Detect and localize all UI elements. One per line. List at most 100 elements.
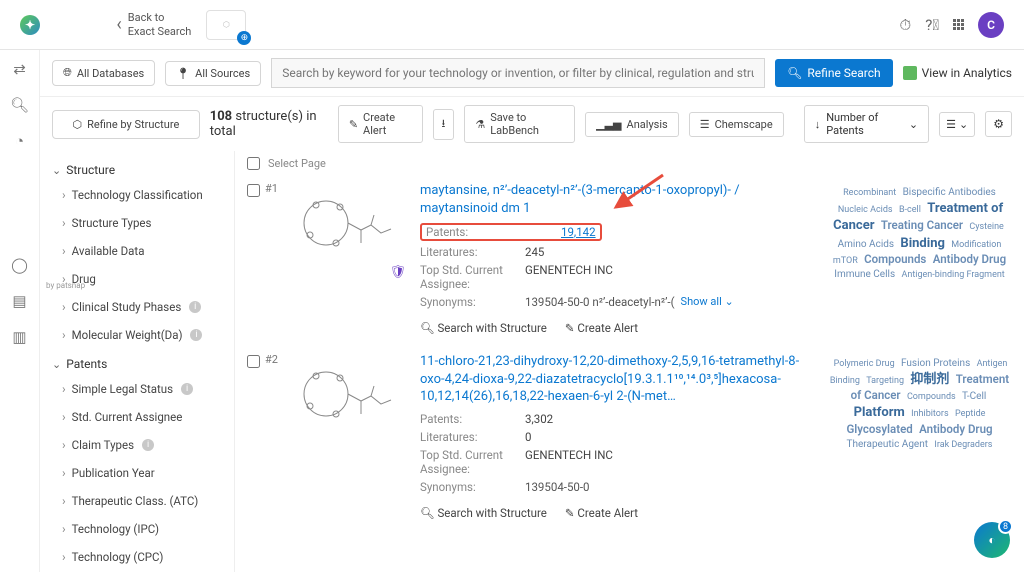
- rail-stack-icon[interactable]: ▤: [12, 292, 26, 310]
- sidebar-item[interactable]: Std. Current Assignee: [52, 403, 222, 431]
- result-checkbox[interactable]: [247, 355, 260, 368]
- view-analytics-link[interactable]: View in Analytics: [903, 66, 1012, 80]
- refine-by-structure-button[interactable]: ⬡ Refine by Structure: [52, 110, 200, 139]
- settings-button[interactable]: ⚙︎: [985, 111, 1012, 137]
- structure-thumbnail[interactable]: 🛡︎: [293, 182, 408, 282]
- results-panel: Select Page #1 🛡︎ maytansine, n²’-deacetyl…: [235, 151, 1024, 572]
- sidebar-item[interactable]: Technology (CPC): [52, 543, 222, 571]
- globe-icon: 🌐︎: [63, 66, 72, 80]
- filter-sidebar: Structure Technology ClassificationStruc…: [40, 151, 235, 572]
- result-checkbox[interactable]: [247, 184, 260, 197]
- sidebar-item[interactable]: Drug: [52, 265, 222, 293]
- chat-badge: 8: [998, 519, 1013, 534]
- sidebar-item[interactable]: Structure Types: [52, 209, 222, 237]
- search-with-structure-link[interactable]: 🔍︎ Search with Structure: [420, 506, 547, 520]
- select-page-checkbox[interactable]: [247, 157, 260, 170]
- back-line2: Exact Search: [128, 25, 192, 38]
- info-icon: i: [190, 329, 202, 341]
- info-icon: i: [142, 439, 154, 451]
- select-page-label: Select Page: [268, 157, 326, 170]
- create-alert-button[interactable]: ✎ Create Alert: [338, 105, 423, 143]
- chevron-down-icon: ⌄: [909, 118, 918, 131]
- rail-search-icon[interactable]: 🔍︎: [10, 96, 29, 114]
- info-icon: i: [181, 383, 193, 395]
- sidebar-item[interactable]: Simple Legal Statusi: [52, 375, 222, 403]
- sort-icon: ↓: [815, 118, 821, 131]
- tag-cloud: Recombinant Bispecific Antibodies Nuclei…: [827, 182, 1012, 335]
- chevron-down-icon: ⌄: [959, 118, 968, 131]
- download-button[interactable]: ⭳: [433, 109, 455, 140]
- sidebar-item[interactable]: Technology Classification: [52, 181, 222, 209]
- avatar[interactable]: C: [978, 12, 1004, 38]
- shield-icon: 🛡︎: [389, 265, 406, 280]
- chevron-left-icon: ‹: [116, 14, 121, 35]
- sidebar-section-patents[interactable]: Patents: [52, 349, 222, 375]
- select-page-row: Select Page: [247, 157, 1012, 170]
- timer-icon[interactable]: ⏱: [900, 16, 912, 34]
- chart-icon: ▁▃▅: [596, 118, 621, 131]
- topbar: ✦ Chemical by patsnap ‹ Back to Exact Se…: [0, 0, 1024, 50]
- rail-doc-icon[interactable]: ▥: [12, 328, 26, 346]
- result-index: #1: [265, 182, 278, 195]
- logo-icon: ✦: [20, 15, 40, 35]
- result-count: 108 structure(s) in total: [210, 109, 328, 139]
- rail-globe-icon[interactable]: ◯: [11, 256, 28, 274]
- search-with-structure-link[interactable]: 🔍︎ Search with Structure: [420, 321, 547, 335]
- all-databases-chip[interactable]: 🌐︎ All Databases: [52, 60, 155, 86]
- structure-thumbnail[interactable]: [293, 353, 408, 453]
- sidebar-item[interactable]: Clinical Study Phasesi: [52, 293, 222, 321]
- chat-widget[interactable]: ◐ 8: [974, 522, 1010, 558]
- apps-grid-icon[interactable]: [953, 19, 964, 30]
- filter-row-2: ⬡ Refine by Structure 108 structure(s) i…: [40, 97, 1024, 151]
- save-labbench-button[interactable]: ⚗︎ Save to LabBench: [464, 105, 575, 143]
- structure-thumb-placeholder: ⬡: [223, 20, 230, 29]
- structure-thumbnail[interactable]: ⬡ ⊕: [206, 10, 246, 40]
- result-index: #2: [265, 353, 278, 366]
- sidebar-item[interactable]: Available Data: [52, 237, 222, 265]
- sort-dropdown[interactable]: ↓ Number of Patents ⌄: [804, 105, 929, 143]
- patents-count-link[interactable]: 19,142: [561, 225, 596, 239]
- analysis-button[interactable]: ▁▃▅ Analysis: [585, 112, 679, 137]
- sidebar-item[interactable]: Publication Year: [52, 459, 222, 487]
- create-alert-link[interactable]: ✎ Create Alert: [565, 321, 638, 335]
- info-icon: i: [189, 301, 201, 313]
- view-toggle[interactable]: ☰⌄: [939, 112, 975, 137]
- search-icon: 🔍︎: [787, 66, 802, 80]
- result-item: #1 🛡︎ maytansine, n²’-deacetyl-n²’-(3-merc…: [247, 176, 1012, 347]
- sidebar-section-structure[interactable]: Structure: [52, 155, 222, 181]
- chat-icon: ◐: [988, 533, 995, 547]
- all-sources-chip[interactable]: 📍︎ All Sources: [165, 61, 261, 86]
- all-databases-label: All Databases: [77, 67, 144, 80]
- zoom-icon[interactable]: ⊕: [237, 31, 251, 45]
- sidebar-item[interactable]: Technology (IPC): [52, 515, 222, 543]
- rail-collapse-icon[interactable]: ⇄: [13, 60, 26, 78]
- sidebar-item[interactable]: Therapeutic Class. (ATC): [52, 487, 222, 515]
- result-item: #2 11-chloro-21,23-dihydroxy-12,20-dimeth…: [247, 347, 1012, 532]
- flask-icon: ⚗︎: [475, 118, 485, 131]
- view-analytics-label: View in Analytics: [922, 66, 1012, 80]
- left-rail: ⇄ 🔍︎ ◔ ◯ ▤ ▥: [0, 50, 40, 572]
- refine-search-button[interactable]: 🔍︎ Refine Search: [775, 59, 892, 87]
- list-view-icon: ☰: [946, 118, 956, 131]
- all-sources-label: All Sources: [195, 67, 250, 80]
- count-number: 108: [210, 109, 232, 124]
- sidebar-item[interactable]: Claim Typesi: [52, 431, 222, 459]
- download-icon: ⭳: [442, 115, 446, 134]
- chemscape-icon: ☰: [700, 118, 710, 131]
- back-button[interactable]: ‹ Back to Exact Search: [116, 11, 191, 37]
- pin-icon: 📍︎: [176, 67, 190, 80]
- rail-pie-icon[interactable]: ◔: [15, 132, 24, 150]
- create-alert-link[interactable]: ✎ Create Alert: [565, 506, 638, 520]
- result-title[interactable]: 11-chloro-21,23-dihydroxy-12,20-dimethox…: [420, 353, 815, 406]
- search-input[interactable]: [271, 58, 765, 88]
- refine-search-label: Refine Search: [807, 66, 880, 80]
- chemscape-button[interactable]: ☰ Chemscape: [689, 112, 784, 137]
- result-title[interactable]: maytansine, n²’-deacetyl-n²’-(3-mercapto…: [420, 182, 815, 217]
- analytics-icon: [903, 66, 917, 80]
- help-icon[interactable]: ?⃝: [925, 16, 939, 34]
- show-all-link[interactable]: Show all ⌄: [681, 295, 734, 309]
- topbar-icons: ⏱ ?⃝ C: [900, 12, 1004, 38]
- alert-icon: ✎: [349, 118, 358, 131]
- hexagon-icon: ⬡: [72, 118, 82, 131]
- sidebar-item[interactable]: Molecular Weight(Da)i: [52, 321, 222, 349]
